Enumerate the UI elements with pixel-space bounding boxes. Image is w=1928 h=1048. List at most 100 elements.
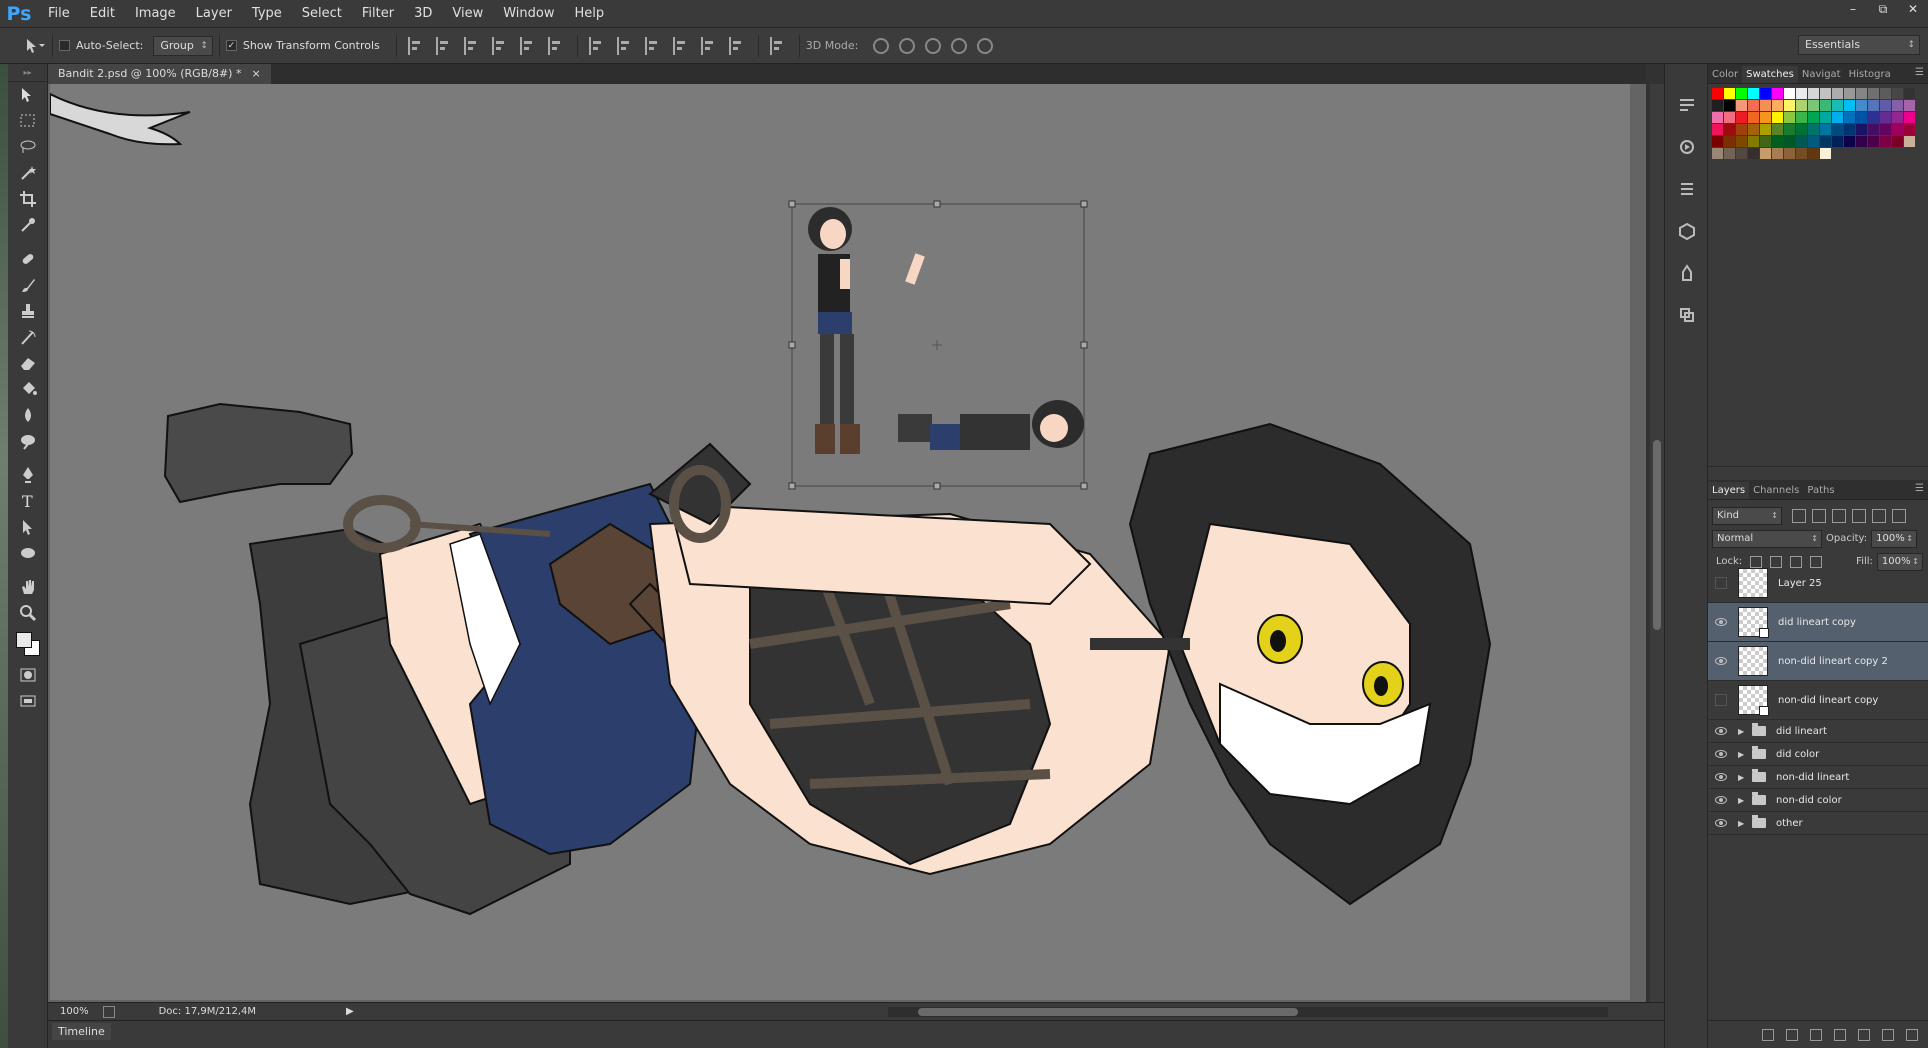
color-swatch[interactable]	[1892, 112, 1903, 123]
move-tool-icon[interactable]	[8, 82, 48, 108]
color-swatch[interactable]	[1856, 100, 1867, 111]
document-canvas[interactable]	[50, 84, 1630, 1000]
menu-edit[interactable]: Edit	[80, 0, 125, 28]
eyedropper-tool-icon[interactable]	[8, 212, 48, 238]
color-swatch[interactable]	[1808, 88, 1819, 99]
color-swatch[interactable]	[1904, 112, 1915, 123]
menu-select[interactable]: Select	[292, 0, 352, 28]
color-swatch[interactable]	[1724, 136, 1735, 147]
zoom-tool-icon[interactable]	[8, 600, 48, 626]
color-swatch[interactable]	[1760, 112, 1771, 123]
brush-tool-icon[interactable]	[8, 272, 48, 298]
color-swatch[interactable]	[1904, 88, 1915, 99]
color-swatch[interactable]	[1892, 124, 1903, 135]
expand-arrow-icon[interactable]: ▶	[1738, 750, 1748, 759]
eraser-tool-icon[interactable]	[8, 350, 48, 376]
color-swatch[interactable]	[1844, 124, 1855, 135]
filter-toggle-icon[interactable]	[1892, 508, 1906, 523]
layer-visibility-toggle[interactable]	[1708, 657, 1734, 665]
color-swatch[interactable]	[1712, 88, 1723, 99]
color-swatch[interactable]	[1712, 124, 1723, 135]
color-swatch[interactable]	[1880, 112, 1891, 123]
layer-visibility-toggle[interactable]	[1708, 750, 1734, 758]
auto-select-option[interactable]: Auto-Select:	[59, 39, 143, 52]
adjustment-layer-icon[interactable]	[1834, 1028, 1846, 1041]
color-swatch[interactable]	[1760, 100, 1771, 111]
layer-style-icon[interactable]	[1786, 1028, 1798, 1041]
ellipse-tool-icon[interactable]	[8, 540, 48, 566]
color-swatch[interactable]	[1868, 112, 1879, 123]
scale-3d-icon[interactable]	[977, 37, 994, 54]
actions-panel-icon[interactable]	[1665, 126, 1709, 168]
color-swatch[interactable]	[1904, 124, 1915, 135]
color-swatch[interactable]	[1712, 136, 1723, 147]
panel-menu-icon[interactable]: ☰	[1915, 483, 1924, 494]
pen-tool-icon[interactable]	[8, 462, 48, 488]
foreground-color-swatch[interactable]	[16, 632, 32, 648]
show-transform-option[interactable]: ✓ Show Transform Controls	[225, 39, 380, 52]
tab-channels[interactable]: Channels	[1749, 482, 1803, 499]
color-swatch[interactable]	[1736, 136, 1747, 147]
color-swatch[interactable]	[1772, 88, 1783, 99]
color-swatch[interactable]	[1784, 136, 1795, 147]
new-layer-icon[interactable]	[1882, 1028, 1894, 1041]
color-swatch[interactable]	[1736, 100, 1747, 111]
distribute-bottom-icon[interactable]	[644, 36, 663, 55]
marquee-tool-icon[interactable]	[8, 108, 48, 134]
timeline-tab[interactable]: Timeline	[52, 1023, 111, 1040]
align-left-icon[interactable]	[491, 36, 510, 55]
filter-type-icon[interactable]	[1832, 508, 1846, 523]
tab-navigator[interactable]: Navigat	[1798, 66, 1845, 83]
properties-panel-icon[interactable]	[1665, 168, 1709, 210]
clone-stamp-tool-icon[interactable]	[8, 298, 48, 324]
color-swatch[interactable]	[1892, 88, 1903, 99]
color-swatch[interactable]	[1892, 136, 1903, 147]
workspace-dropdown[interactable]: Essentials	[1798, 35, 1920, 55]
color-swatch[interactable]	[1772, 100, 1783, 111]
layer-filter-kind-dropdown[interactable]: Kind	[1712, 506, 1782, 525]
filter-pixel-icon[interactable]	[1792, 508, 1806, 523]
color-swatch[interactable]	[1760, 136, 1771, 147]
color-swatch[interactable]	[1808, 100, 1819, 111]
color-swatch[interactable]	[1856, 136, 1867, 147]
menu-type[interactable]: Type	[242, 0, 292, 28]
color-swatch[interactable]	[1820, 148, 1831, 159]
dodge-tool-icon[interactable]	[8, 428, 48, 454]
color-swatch[interactable]	[1832, 136, 1843, 147]
tab-layers[interactable]: Layers	[1708, 482, 1750, 499]
layer-group-row[interactable]: ▶ non-did color	[1708, 789, 1928, 812]
filter-adjustment-icon[interactable]	[1812, 508, 1826, 523]
layer-visibility-toggle[interactable]	[1708, 618, 1734, 626]
color-swatch[interactable]	[1736, 88, 1747, 99]
color-swatch[interactable]	[1796, 112, 1807, 123]
blend-mode-dropdown[interactable]: Normal	[1712, 529, 1822, 548]
layer-group-row[interactable]: ▶ other	[1708, 812, 1928, 835]
color-swatch[interactable]	[1880, 88, 1891, 99]
layer-row[interactable]: non-did lineart copy 2	[1708, 642, 1928, 681]
color-swatch[interactable]	[1796, 136, 1807, 147]
layer-row[interactable]: Layer 25	[1708, 564, 1928, 603]
align-vertical-center-icon[interactable]	[435, 36, 454, 55]
color-swatch[interactable]	[1760, 148, 1771, 159]
color-swatch[interactable]	[1724, 88, 1735, 99]
restore-button[interactable]: ⧉	[1868, 0, 1898, 18]
color-swatch[interactable]	[1820, 100, 1831, 111]
vertical-scrollbar[interactable]	[1650, 84, 1664, 1002]
horizontal-scrollbar[interactable]	[888, 1007, 1608, 1017]
distribute-top-icon[interactable]	[588, 36, 607, 55]
minimize-button[interactable]: –	[1838, 0, 1868, 18]
magic-wand-tool-icon[interactable]	[8, 160, 48, 186]
lasso-tool-icon[interactable]	[8, 134, 48, 160]
hand-tool-icon[interactable]	[8, 574, 48, 600]
color-swatch[interactable]	[1796, 124, 1807, 135]
color-swatch[interactable]	[1784, 148, 1795, 159]
color-swatch[interactable]	[1832, 124, 1843, 135]
layer-group-row[interactable]: ▶ non-did lineart	[1708, 766, 1928, 789]
menu-3d[interactable]: 3D	[404, 0, 442, 28]
zoom-level[interactable]: 100%	[60, 1006, 89, 1017]
align-horizontal-center-icon[interactable]	[519, 36, 538, 55]
document-tab[interactable]: Bandit 2.psd @ 100% (RGB/8#) * ×	[48, 64, 271, 84]
color-swatch[interactable]	[1808, 112, 1819, 123]
color-swatch[interactable]	[1832, 112, 1843, 123]
add-mask-icon[interactable]	[1810, 1028, 1822, 1041]
